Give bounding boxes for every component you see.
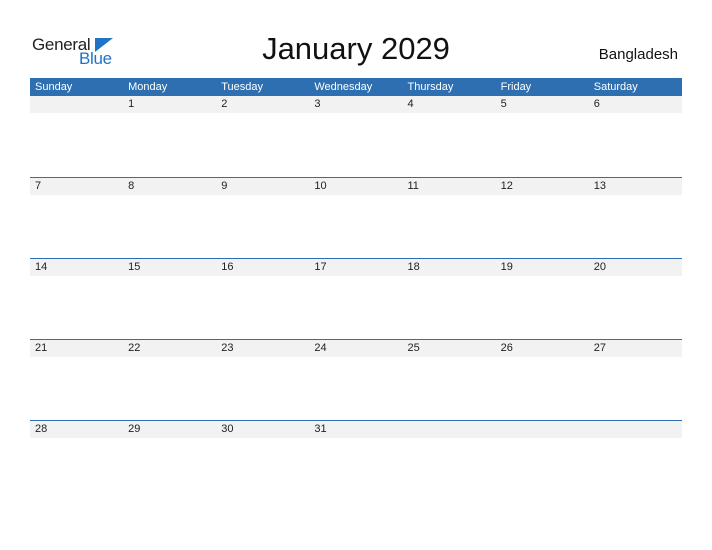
day-number-band: 28 29 30 31 [30,421,682,438]
day-cell: 7 [35,180,42,192]
day-cell [496,421,589,438]
day-cell: 25 [407,342,420,354]
weekday-label: Wednesday [314,81,373,93]
day-cell [589,421,682,438]
day-cell: 24 [314,342,327,354]
day-cell: 21 [35,342,48,354]
day-cell: 19 [500,261,513,273]
day-cell: 31 [314,423,327,435]
weekday-label: Tuesday [221,81,264,93]
weekday-label: Saturday [593,81,638,93]
weekday-label: Monday [128,81,168,93]
calendar-grid: Sunday Monday Tuesday Wednesday Thursday… [30,78,682,501]
day-number-band: 21 22 23 24 25 26 27 [30,340,682,357]
week-row: 28 29 30 31 [30,420,682,501]
day-cell: 6 [593,98,600,110]
day-cell: 12 [500,180,513,192]
week-row: 21 22 23 24 25 26 27 [30,339,682,420]
weekday-header: Sunday Monday Tuesday Wednesday Thursday… [30,78,682,96]
day-cell: 8 [128,180,135,192]
day-cell: 1 [128,98,135,110]
day-number-band: 1 2 3 4 5 6 [30,96,682,113]
weekday-label: Sunday [35,81,73,93]
day-cell: 11 [407,180,419,192]
day-cell: 27 [593,342,606,354]
day-cell [30,96,123,113]
day-cell: 17 [314,261,327,273]
week-row: 7 8 9 10 11 12 13 [30,177,682,258]
day-number-band: 7 8 9 10 11 12 13 [30,178,682,195]
day-cell: 13 [593,180,606,192]
day-cell: 20 [593,261,606,273]
day-cell: 28 [35,423,48,435]
day-cell: 29 [128,423,141,435]
day-cell: 14 [35,261,48,273]
day-cell: 22 [128,342,141,354]
day-cell [403,421,496,438]
weekday-label: Thursday [407,81,454,93]
week-row: 1 2 3 4 5 6 [30,96,682,177]
day-cell: 9 [221,180,228,192]
day-cell: 23 [221,342,234,354]
day-cell: 2 [221,98,228,110]
day-cell: 4 [407,98,414,110]
day-cell: 16 [221,261,234,273]
day-cell: 10 [314,180,327,192]
week-row: 14 15 16 17 18 19 20 [30,258,682,339]
day-cell: 3 [314,98,321,110]
day-cell: 5 [500,98,507,110]
day-cell: 15 [128,261,141,273]
day-cell: 18 [407,261,420,273]
weekday-label: Friday [500,81,532,93]
day-number-band: 14 15 16 17 18 19 20 [30,259,682,276]
day-cell: 30 [221,423,234,435]
day-cell: 26 [500,342,513,354]
country-label: Bangladesh [598,46,678,63]
